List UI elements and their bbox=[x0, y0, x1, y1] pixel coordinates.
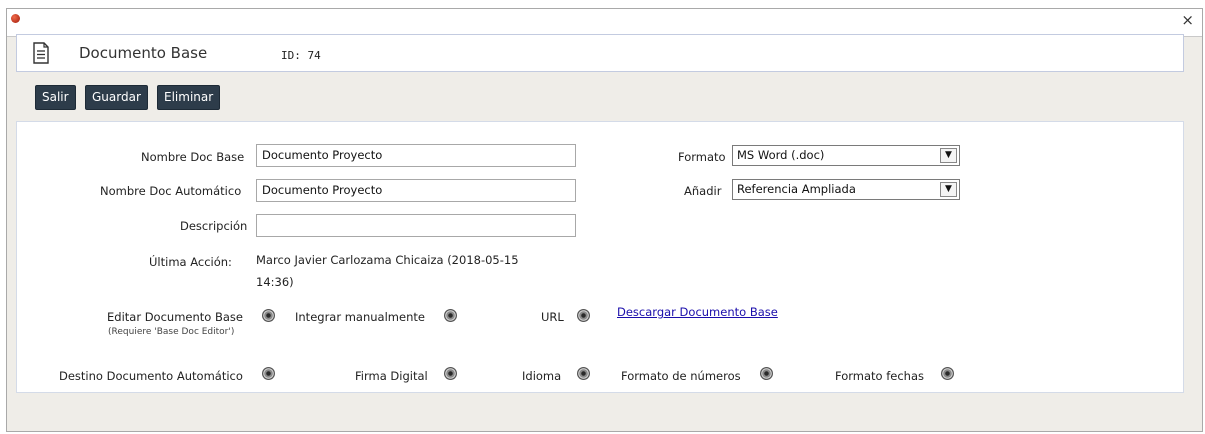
title-bar: × bbox=[7, 9, 1202, 37]
eliminar-button[interactable]: Eliminar bbox=[157, 85, 221, 110]
formato-numeros-label: Formato de números bbox=[621, 369, 741, 383]
guardar-button[interactable]: Guardar bbox=[85, 85, 148, 110]
descargar-documento-base-link[interactable]: Descargar Documento Base bbox=[617, 305, 778, 319]
eye-icon[interactable] bbox=[444, 309, 457, 322]
descripcion-input[interactable] bbox=[256, 214, 576, 237]
record-id: ID: 74 bbox=[281, 49, 321, 62]
eye-icon[interactable] bbox=[262, 309, 275, 322]
firma-digital-label: Firma Digital bbox=[355, 369, 428, 383]
nombre-doc-base-label: Nombre Doc Base bbox=[141, 150, 245, 164]
idioma-label: Idioma bbox=[522, 369, 562, 383]
formato-label: Formato bbox=[678, 150, 726, 164]
integrar-manualmente-label: Integrar manualmente bbox=[295, 310, 425, 324]
nombre-doc-automatico-label: Nombre Doc Automático bbox=[100, 184, 242, 198]
formato-select[interactable]: MS Word (.doc) ▼ bbox=[732, 145, 960, 166]
eye-icon[interactable] bbox=[262, 367, 275, 380]
ultima-accion-label: Última Acción: bbox=[149, 255, 232, 269]
close-button[interactable]: × bbox=[1181, 11, 1194, 29]
anadir-selected-value: Referencia Ampliada bbox=[737, 182, 856, 196]
anadir-label: Añadir bbox=[684, 184, 722, 198]
chevron-down-icon: ▼ bbox=[940, 182, 957, 197]
nombre-doc-automatico-input[interactable]: Documento Proyecto bbox=[256, 179, 576, 202]
editar-doc-base-label: Editar Documento Base bbox=[107, 310, 243, 324]
page-title: Documento Base bbox=[79, 44, 208, 62]
destino-doc-automatico-label: Destino Documento Automático bbox=[59, 369, 243, 383]
eye-icon[interactable] bbox=[444, 367, 457, 380]
app-dot-icon bbox=[11, 14, 20, 23]
eye-icon[interactable] bbox=[577, 367, 590, 380]
eye-icon[interactable] bbox=[577, 309, 590, 322]
chevron-down-icon: ▼ bbox=[940, 148, 957, 163]
nombre-doc-base-input[interactable]: Documento Proyecto bbox=[256, 144, 576, 167]
ultima-accion-value: Marco Javier Carlozama Chicaiza (2018-05… bbox=[256, 253, 519, 289]
editar-doc-base-note: (Requiere 'Base Doc Editor') bbox=[108, 327, 235, 337]
anadir-select[interactable]: Referencia Ampliada ▼ bbox=[732, 179, 960, 200]
eye-icon[interactable] bbox=[941, 367, 954, 380]
document-icon bbox=[33, 42, 49, 64]
eye-icon[interactable] bbox=[760, 367, 773, 380]
header-panel: Documento Base ID: 74 bbox=[16, 34, 1184, 72]
formato-fechas-label: Formato fechas bbox=[835, 369, 924, 383]
url-label: URL bbox=[541, 310, 564, 324]
salir-button[interactable]: Salir bbox=[35, 85, 76, 110]
descripcion-label: Descripción bbox=[180, 219, 248, 233]
formato-selected-value: MS Word (.doc) bbox=[737, 148, 825, 162]
